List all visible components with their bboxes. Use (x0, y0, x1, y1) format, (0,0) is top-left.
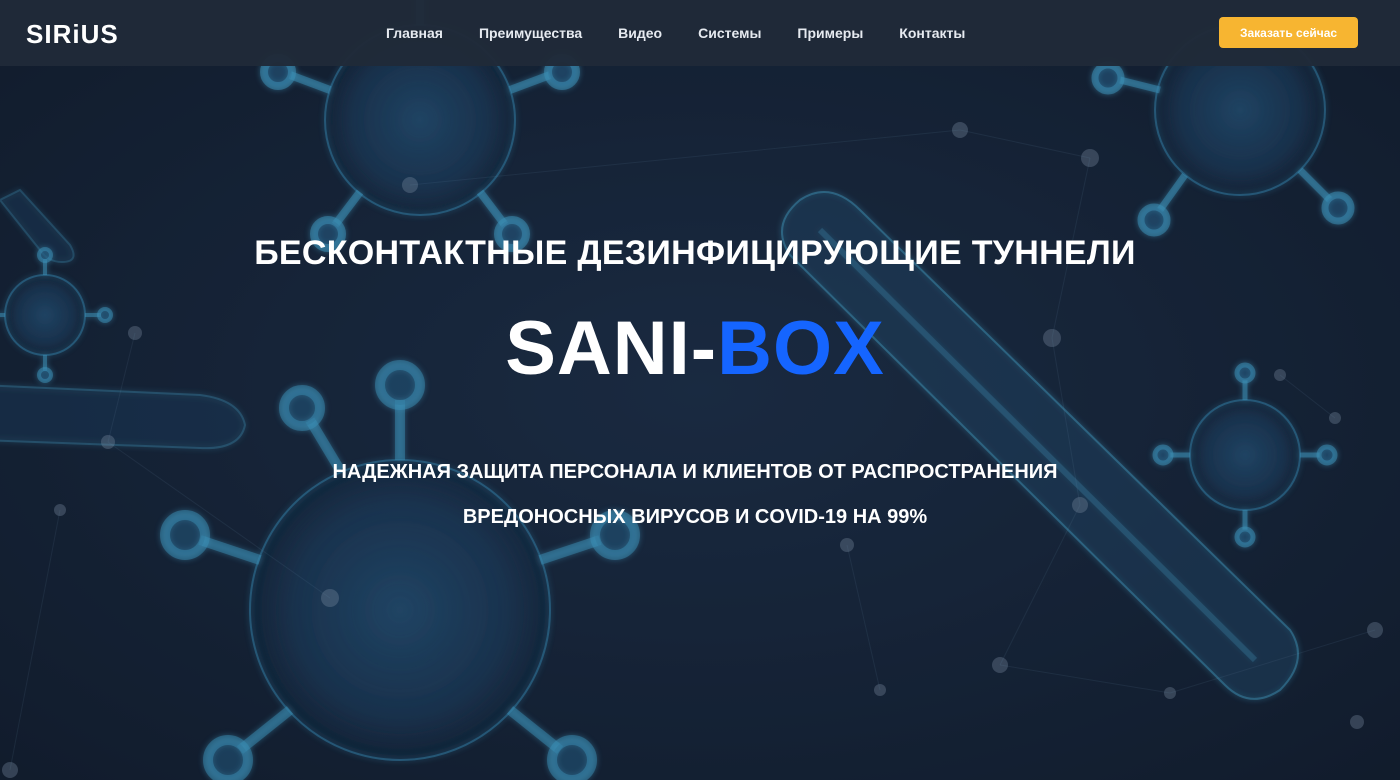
order-now-button[interactable]: Заказать сейчас (1219, 17, 1358, 48)
sirius-logo[interactable]: SIRiUS (26, 20, 119, 48)
nav-item-systems[interactable]: Системы (680, 25, 779, 41)
nav-item-advantages[interactable]: Преимущества (461, 25, 600, 41)
hero-section: БЕСКОНТАКТНЫЕ ДЕЗИНФИЦИРУЮЩИЕ ТУННЕЛИ SA… (0, 66, 1400, 780)
top-navbar: SIRiUS Главная Преимущества Видео Систем… (0, 0, 1400, 66)
hero-title-part1: SANI- (505, 306, 718, 391)
hero-subtitle-line1: НАДЕЖНАЯ ЗАЩИТА ПЕРСОНАЛА И КЛИЕНТОВ ОТ … (332, 461, 1058, 483)
main-navigation: Главная Преимущества Видео Системы Приме… (368, 0, 983, 66)
hero-title-part2: BOX (717, 306, 885, 391)
nav-item-examples[interactable]: Примеры (779, 25, 881, 41)
nav-item-video[interactable]: Видео (600, 25, 680, 41)
hero-title: SANI-BOX (0, 306, 1390, 392)
hero-subtitle-line2: ВРЕДОНОСНЫХ ВИРУСОВ И COVID-19 НА 99% (462, 506, 928, 528)
hero-tagline: БЕСКОНТАКТНЫЕ ДЕЗИНФИЦИРУЮЩИЕ ТУННЕЛИ (254, 234, 1136, 272)
nav-item-contacts[interactable]: Контакты (881, 25, 983, 41)
nav-item-home[interactable]: Главная (368, 25, 461, 41)
